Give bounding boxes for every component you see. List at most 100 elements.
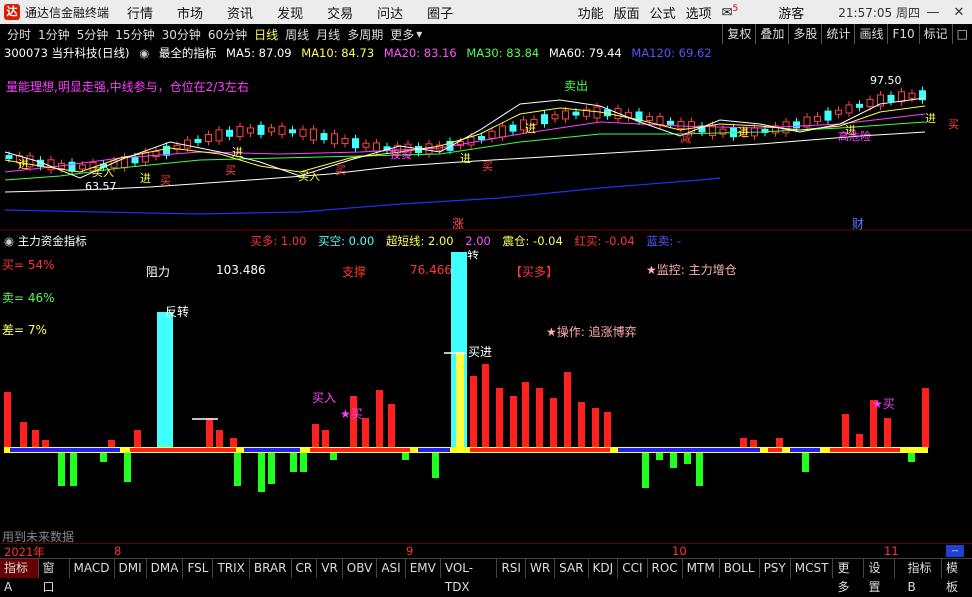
menu-circle[interactable]: 圈子 [427, 3, 453, 22]
menu-formula[interactable]: 公式 [650, 3, 676, 22]
tool-duogu[interactable]: 多股 [788, 24, 821, 44]
red-bar [20, 422, 27, 448]
tool-diejia[interactable]: 叠加 [755, 24, 788, 44]
green-bar [290, 452, 297, 472]
candle [593, 106, 601, 119]
tab-wr[interactable]: WR [526, 559, 556, 578]
jin-signal: 进 [232, 146, 243, 159]
date-axis: 2021年 8 9 10 11 -- [0, 543, 972, 559]
indicator-toggle-icon[interactable]: ◉ [4, 234, 14, 248]
month-9-label: 9 [406, 544, 414, 558]
candle [268, 127, 275, 133]
tool-f10[interactable]: F10 [887, 24, 918, 44]
tab-template[interactable]: 模板 [942, 559, 972, 594]
tab-roc[interactable]: ROC [648, 559, 683, 578]
indicator-name[interactable]: 最全的指标 [159, 46, 217, 60]
tab-settings[interactable]: 设置 [864, 559, 896, 594]
mai-signal: 买 [225, 164, 236, 177]
period-daily[interactable]: 日线 [254, 26, 278, 43]
tab-trix[interactable]: TRIX [213, 559, 250, 578]
red-bar [536, 388, 543, 448]
user-label[interactable]: 游客 [778, 3, 804, 22]
period-1min[interactable]: 1分钟 [38, 26, 70, 43]
tab-sar[interactable]: SAR [555, 559, 589, 578]
tool-biaoji[interactable]: 标记 [918, 24, 952, 44]
menu-market[interactable]: 市场 [177, 3, 203, 22]
period-monthly[interactable]: 月线 [316, 26, 340, 43]
tool-tongji[interactable]: 统计 [821, 24, 854, 44]
red-bar [884, 418, 891, 448]
tab-mcst[interactable]: MCST [791, 559, 834, 578]
tab-macd[interactable]: MACD [70, 559, 115, 578]
candle [184, 139, 191, 149]
menu-options[interactable]: 选项 [686, 3, 712, 22]
candle [278, 125, 286, 135]
indicator-histogram[interactable]: 反转 买入 ★买 买进 转 ★买 [0, 250, 972, 540]
expand-icon[interactable]: □ [951, 24, 972, 44]
candle [793, 121, 800, 129]
menu-layout[interactable]: 版面 [614, 3, 640, 22]
tab-boll[interactable]: BOLL [720, 559, 760, 578]
red-bar [592, 408, 599, 448]
menu-quotes[interactable]: 行情 [127, 3, 153, 22]
ma60-value: MA60: 79.44 [548, 46, 622, 60]
close-icon[interactable]: ✕ [946, 5, 972, 20]
tab-asi[interactable]: ASI [377, 559, 406, 578]
chevron-down-icon[interactable]: ▾ [416, 27, 422, 41]
minimize-icon[interactable]: — [920, 5, 946, 20]
cai-marker: 财 [852, 217, 864, 231]
period-30min[interactable]: 30分钟 [162, 26, 201, 43]
period-more[interactable]: 更多 [390, 26, 414, 43]
period-60min[interactable]: 60分钟 [208, 26, 247, 43]
scroll-thumb[interactable]: -- [946, 545, 964, 557]
tab-fsl[interactable]: FSL [183, 559, 214, 578]
fanzhuan-label: 反转 [165, 304, 189, 319]
tab-kdj[interactable]: KDJ [589, 559, 619, 578]
tab-psy[interactable]: PSY [760, 559, 791, 578]
app-title: 通达信金融终端 [25, 5, 110, 20]
tool-huaxian[interactable]: 画线 [854, 24, 887, 44]
menu-discover[interactable]: 发现 [277, 3, 303, 22]
menu-news[interactable]: 资讯 [227, 3, 253, 22]
tab-dma[interactable]: DMA [147, 559, 184, 578]
red-bar [108, 440, 115, 448]
menu-trade[interactable]: 交易 [327, 3, 353, 22]
menu-function[interactable]: 功能 [578, 3, 604, 22]
green-bar [802, 452, 809, 472]
indicator-toggle-icon[interactable]: ◉ [139, 46, 149, 60]
yellow-bar [456, 352, 464, 450]
tab-cci[interactable]: CCI [618, 559, 648, 578]
tab-zhibiao-a[interactable]: 指标A [0, 559, 39, 594]
tab-zhibiao-b[interactable]: 指标B [903, 559, 942, 594]
tab-rsi[interactable]: RSI [497, 559, 526, 578]
tab-vol-tdx[interactable]: VOL-TDX [441, 559, 498, 594]
tab-dmi[interactable]: DMI [115, 559, 147, 578]
tab-window[interactable]: 窗口 [39, 559, 70, 594]
tab-cr[interactable]: CR [292, 559, 318, 578]
mail-icon[interactable]: ✉5 [722, 4, 739, 20]
tab-vr[interactable]: VR [317, 559, 343, 578]
chao-duan-value: 超短线: 2.00 [385, 234, 454, 248]
green-bar [300, 452, 307, 472]
tab-emv[interactable]: EMV [406, 559, 441, 578]
period-weekly[interactable]: 周线 [285, 26, 309, 43]
indicator-title[interactable]: 主力资金指标 [18, 234, 87, 248]
red-bar [482, 364, 489, 448]
main-kline-chart[interactable]: 97.50 63.57 卖出 涨 财 进 进 进 进 进 进 进 进 买 买 买… [0, 62, 972, 232]
tab-brar[interactable]: BRAR [250, 559, 292, 578]
period-fenshi[interactable]: 分时 [7, 26, 31, 43]
period-multi[interactable]: 多周期 [347, 26, 383, 43]
green-bar [432, 452, 439, 478]
period-5min[interactable]: 5分钟 [77, 26, 109, 43]
month-8-label: 8 [114, 544, 122, 558]
tab-mtm[interactable]: MTM [683, 559, 720, 578]
menu-ask[interactable]: 问达 [377, 3, 403, 22]
zhen-cang-value: 震仓: -0.04 [502, 234, 563, 248]
tool-fuquan[interactable]: 复权 [722, 24, 755, 44]
jin-signal: 进 [140, 172, 151, 185]
tab-obv[interactable]: OBV [343, 559, 378, 578]
cyan-bar [157, 312, 173, 450]
tab-more[interactable]: 更多 [833, 559, 865, 594]
period-15min[interactable]: 15分钟 [115, 26, 154, 43]
candle [562, 110, 569, 120]
